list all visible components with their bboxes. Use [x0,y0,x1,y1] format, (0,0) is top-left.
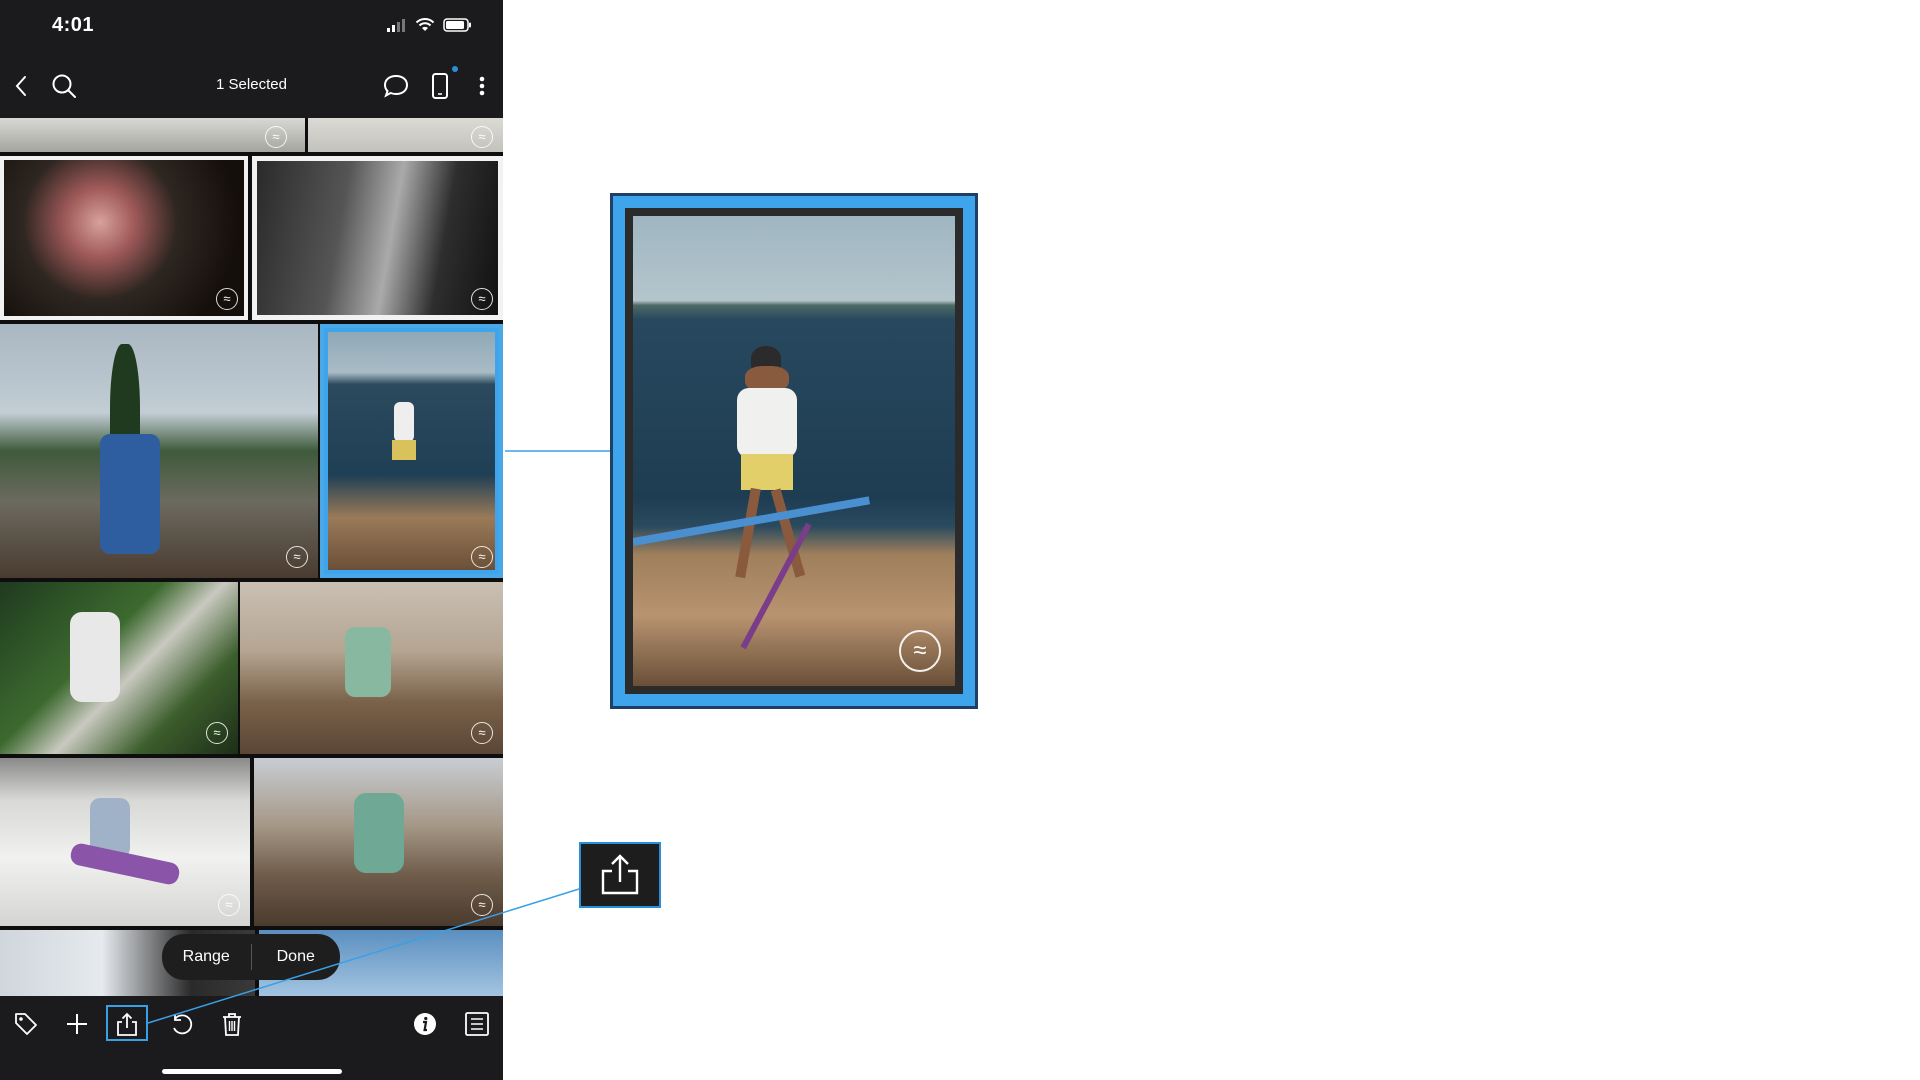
selected-photo-callout: ≈ [610,193,978,709]
selected-photo-enlarged: ≈ [633,216,955,686]
share-icon-callout [579,842,661,908]
enhance-badge-icon: ≈ [899,630,941,672]
share-icon [601,854,639,895]
